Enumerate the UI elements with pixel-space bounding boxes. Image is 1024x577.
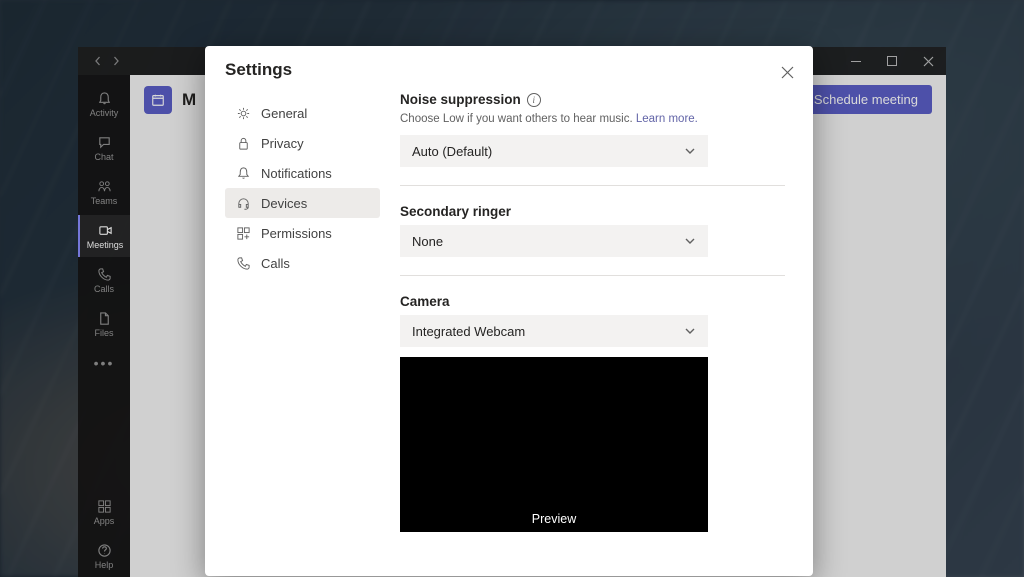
bell-icon xyxy=(235,165,251,181)
dropdown-value: Auto (Default) xyxy=(412,144,492,159)
permissions-icon xyxy=(235,225,251,241)
chevron-down-icon xyxy=(684,145,696,157)
settings-nav-privacy[interactable]: Privacy xyxy=(225,128,380,158)
dropdown-value: Integrated Webcam xyxy=(412,324,525,339)
noise-suppression-section: Noise suppression i Choose Low if you wa… xyxy=(400,92,785,186)
settings-nav-general[interactable]: General xyxy=(225,98,380,128)
secondary-ringer-section: Secondary ringer None xyxy=(400,204,785,276)
dropdown-value: None xyxy=(412,234,443,249)
lock-icon xyxy=(235,135,251,151)
headset-icon xyxy=(235,195,251,211)
chevron-down-icon xyxy=(684,325,696,337)
close-dialog-button[interactable] xyxy=(775,60,799,84)
gear-icon xyxy=(235,105,251,121)
section-description: Choose Low if you want others to hear mu… xyxy=(400,113,785,125)
section-title: Noise suppression xyxy=(400,92,521,107)
nav-label: General xyxy=(261,106,307,121)
camera-preview: Preview xyxy=(400,357,708,532)
noise-suppression-dropdown[interactable]: Auto (Default) xyxy=(400,135,708,167)
camera-section: Camera Integrated Webcam Preview xyxy=(400,294,785,550)
nav-label: Privacy xyxy=(261,136,304,151)
settings-content: Noise suppression i Choose Low if you wa… xyxy=(400,60,793,576)
settings-title: Settings xyxy=(225,60,380,80)
nav-label: Devices xyxy=(261,196,307,211)
learn-more-link[interactable]: Learn more. xyxy=(636,113,698,125)
secondary-ringer-dropdown[interactable]: None xyxy=(400,225,708,257)
chevron-down-icon xyxy=(684,235,696,247)
settings-nav-devices[interactable]: Devices xyxy=(225,188,380,218)
info-icon[interactable]: i xyxy=(527,93,541,107)
section-title: Camera xyxy=(400,294,450,309)
settings-sidebar: Settings General Privacy Notifications D… xyxy=(225,60,380,576)
preview-label: Preview xyxy=(532,512,576,526)
nav-label: Calls xyxy=(261,256,290,271)
settings-dialog: Settings General Privacy Notifications D… xyxy=(205,46,813,576)
camera-dropdown[interactable]: Integrated Webcam xyxy=(400,315,708,347)
settings-nav-calls[interactable]: Calls xyxy=(225,248,380,278)
section-title: Secondary ringer xyxy=(400,204,511,219)
nav-label: Notifications xyxy=(261,166,332,181)
settings-nav-notifications[interactable]: Notifications xyxy=(225,158,380,188)
settings-nav-permissions[interactable]: Permissions xyxy=(225,218,380,248)
nav-label: Permissions xyxy=(261,226,332,241)
phone-icon xyxy=(235,255,251,271)
